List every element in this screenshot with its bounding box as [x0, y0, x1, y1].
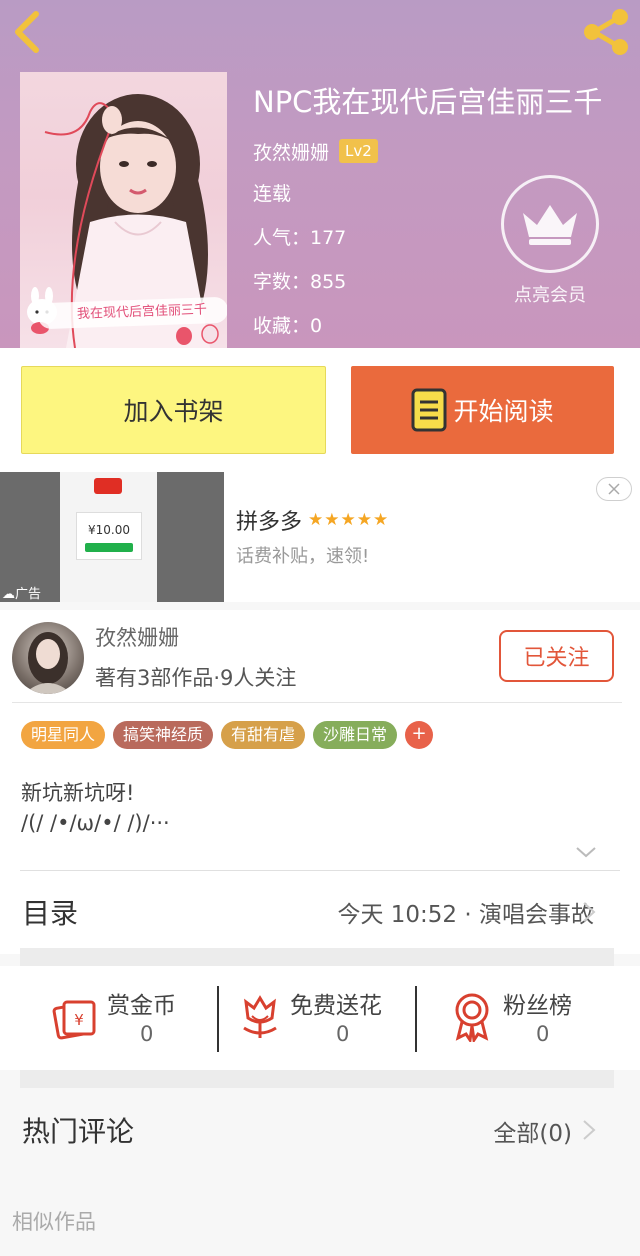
reward-coins[interactable]: ¥ 赏金币 0	[50, 982, 190, 1052]
reward-count: 0	[536, 1022, 550, 1046]
catalog-row[interactable]: 目录 今天 10:52 · 演唱会事故	[0, 870, 640, 954]
reward-label: 免费送花	[290, 993, 382, 1019]
catalog-title: 目录	[22, 897, 79, 930]
author-section: 孜然姗姗 著有3部作品·9人关注 已关注 明星同人 搞笑神经质 有甜有虐 沙雕日…	[0, 610, 640, 870]
reward-count: 0	[140, 1022, 154, 1046]
ad-rating-stars: ★★★★★	[308, 510, 390, 530]
reward-flowers[interactable]: 免费送花 0	[238, 982, 408, 1052]
reward-label: 粉丝榜	[503, 993, 572, 1019]
author-stats: 著有3部作品·9人关注	[95, 666, 297, 690]
book-title: NPC我在现代后宫佳丽三千	[253, 85, 603, 119]
section-gap	[20, 1070, 614, 1088]
book-intro: 新坑新坑呀! /(/ /•/ω/•/ /)/···	[21, 778, 170, 838]
chevron-right-icon	[583, 902, 596, 922]
similar-works-title: 相似作品	[12, 1210, 96, 1234]
comments-title: 热门评论	[22, 1115, 135, 1148]
ad-close-button[interactable]	[596, 477, 632, 501]
flower-icon	[243, 995, 277, 1038]
divider	[217, 986, 219, 1052]
avatar-image	[24, 632, 72, 694]
ad-price-button	[85, 543, 133, 552]
favorites-count: 收藏：0	[253, 315, 323, 337]
serial-status: 连载	[253, 183, 292, 205]
tag-item[interactable]: 搞笑神经质	[113, 721, 214, 749]
start-reading-button[interactable]: 开始阅读	[351, 366, 614, 454]
chevron-left-icon	[15, 11, 39, 53]
ad-price-card: ¥10.00	[76, 512, 142, 560]
crown-icon	[523, 205, 577, 245]
expand-intro-button[interactable]	[574, 842, 598, 862]
vip-circle	[501, 175, 599, 273]
latest-chapter: 今天 10:52 · 演唱会事故	[337, 902, 594, 928]
back-button[interactable]	[10, 8, 50, 56]
ad-phone-screen: ¥10.00	[60, 472, 157, 602]
section-gap	[20, 948, 614, 966]
reward-bar: ¥ 赏金币 0 免费送花 0 粉丝榜 0	[0, 966, 640, 1070]
chevron-down-icon	[576, 847, 596, 858]
reward-fans-rank[interactable]: 粉丝榜 0	[450, 982, 600, 1052]
comments-section: 热门评论 全部(0) 相似作品	[0, 1088, 640, 1256]
vip-button[interactable]: 点亮会员	[500, 175, 600, 310]
close-icon	[608, 483, 620, 495]
follow-label: 已关注	[523, 646, 590, 671]
ad-title: 拼多多	[236, 510, 303, 535]
all-comments-link[interactable]: 全部(0)	[493, 1114, 572, 1148]
tag-item[interactable]: 沙雕日常	[313, 721, 398, 749]
avatar[interactable]	[12, 622, 84, 694]
pdd-logo-icon	[94, 478, 122, 494]
popularity: 人气：177	[253, 227, 347, 249]
start-reading-label: 开始阅读	[453, 397, 554, 426]
reward-label: 赏金币	[107, 993, 176, 1019]
red-envelope-icon: ¥	[52, 1000, 96, 1040]
share-button[interactable]	[580, 6, 632, 58]
ad-subtitle: 话费补贴，速领!	[236, 546, 370, 567]
medal-icon	[455, 993, 489, 1042]
author-row: 孜然姗姗 Lv2	[253, 136, 378, 166]
ad-banner[interactable]: ¥10.00 ☁广告 拼多多 ★★★★★ 话费补贴，速领!	[0, 470, 640, 602]
add-to-shelf-button[interactable]: 加入书架	[21, 366, 326, 454]
intro-line: /(/ /•/ω/•/ /)/···	[21, 811, 170, 835]
ad-tag: ☁广告	[2, 587, 42, 602]
ad-image: ¥10.00 ☁广告	[0, 472, 224, 602]
tag-item[interactable]: 有甜有虐	[221, 721, 306, 749]
author-name[interactable]: 孜然姗姗	[253, 138, 329, 165]
tag-item[interactable]: 明星同人	[21, 721, 106, 749]
reward-count: 0	[336, 1022, 350, 1046]
book-header: 我在现代后宫佳丽三千 NPC我在现代后宫佳丽三千 孜然姗姗 Lv2 连载 人气：…	[0, 0, 640, 348]
tag-list: 明星同人 搞笑神经质 有甜有虐 沙雕日常 +	[21, 721, 434, 749]
svg-text:¥: ¥	[74, 1011, 84, 1029]
intro-line: 新坑新坑呀!	[21, 781, 135, 805]
word-count: 字数：855	[253, 271, 347, 293]
divider	[415, 986, 417, 1052]
level-badge: Lv2	[339, 139, 378, 163]
share-icon	[584, 9, 628, 55]
book-cover[interactable]: 我在现代后宫佳丽三千	[20, 72, 227, 348]
follow-button[interactable]: 已关注	[499, 630, 614, 682]
chevron-right-icon	[583, 1120, 596, 1140]
ad-tag-label: 广告	[15, 587, 42, 602]
author-card-name[interactable]: 孜然姗姗	[95, 622, 179, 652]
divider	[20, 870, 620, 871]
book-icon	[411, 388, 447, 432]
add-tag-button[interactable]: +	[405, 721, 434, 749]
divider	[12, 702, 622, 703]
ad-price: ¥10.00	[88, 523, 130, 537]
action-bar: 加入书架 开始阅读	[0, 348, 640, 470]
add-to-shelf-label: 加入书架	[123, 397, 224, 426]
vip-label: 点亮会员	[514, 285, 586, 306]
ad-title-row: 拼多多 ★★★★★	[236, 504, 389, 536]
